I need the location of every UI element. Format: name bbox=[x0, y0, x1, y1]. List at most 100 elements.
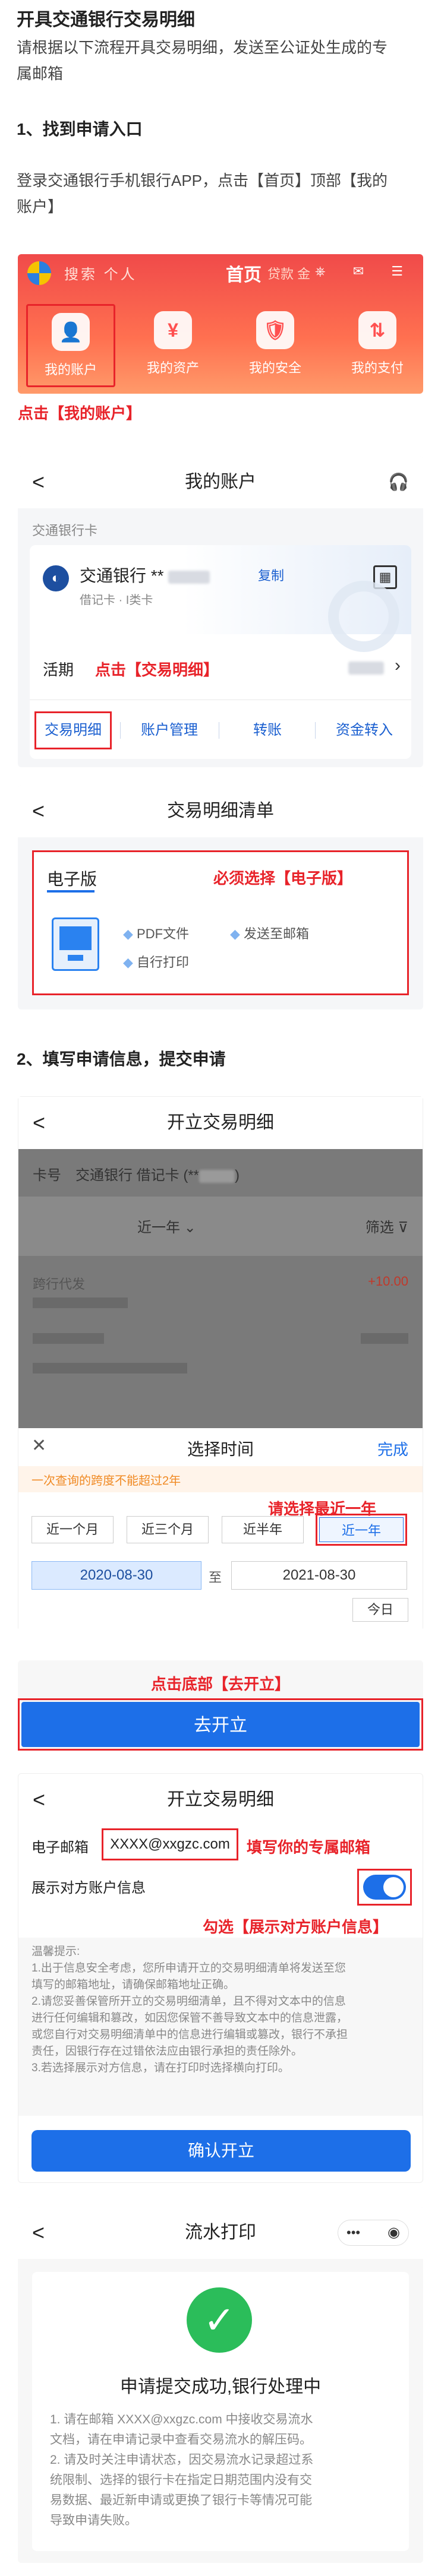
time-picker: ✕ 选择时间 完成 一次查询的跨度不能超过2年 请选择最近一年 近一个月 近三个… bbox=[18, 1428, 423, 1631]
card-number-text: 交通银行 借记卡 (** bbox=[75, 1167, 200, 1183]
card-type-label: 交通银行卡 bbox=[32, 523, 98, 538]
picker-title: 选择时间 bbox=[187, 1440, 254, 1458]
my-security-label: 我的安全 bbox=[248, 360, 301, 375]
intro-line-2: 属邮箱 bbox=[17, 65, 64, 83]
chevron-right-icon[interactable]: › bbox=[395, 656, 401, 676]
tips-line: 或您自行对交易明细清单中的信息进行编辑或篡改，银行不承担 bbox=[32, 2028, 348, 2041]
my-assets-entry[interactable]: ¥ 我的资产 bbox=[128, 304, 218, 387]
period-one-year-highlight[interactable]: 近一年 bbox=[316, 1514, 407, 1546]
user-icon: 👤 bbox=[52, 313, 90, 351]
banner-search-text[interactable]: 搜索 个人 bbox=[64, 262, 137, 283]
confirm-open-button[interactable]: 确认开立 bbox=[32, 2130, 411, 2172]
step1-heading: 1、找到申请入口 bbox=[17, 120, 143, 138]
back-icon[interactable]: < bbox=[32, 456, 45, 508]
my-account-navbar: 我的账户 bbox=[18, 456, 423, 508]
my-account-entry[interactable]: 👤 我的账户 bbox=[26, 304, 115, 387]
masked-number bbox=[168, 570, 210, 584]
banner-top-icons[interactable]: ⎈ ✉ ☰ bbox=[315, 264, 415, 279]
tips-text: 温馨提示: 1.出于信息安全考虑，您所申请开立的交易明细清单将发送至您 填写的邮… bbox=[32, 1944, 348, 2077]
masked-number bbox=[199, 1169, 235, 1183]
note-line: 导致申请失败。 bbox=[50, 2514, 137, 2527]
card-number-label: 卡号 bbox=[33, 1167, 61, 1183]
balance-masked bbox=[348, 662, 384, 675]
picker-done-button[interactable]: 完成 bbox=[377, 1438, 408, 1460]
capsule-menu[interactable]: ••• ◉ bbox=[338, 2220, 409, 2246]
period-one-year[interactable]: 近一年 bbox=[319, 1517, 404, 1542]
back-icon[interactable]: < bbox=[33, 1774, 45, 1826]
back-icon[interactable]: < bbox=[33, 1097, 45, 1149]
divider bbox=[120, 722, 121, 739]
stand-shape bbox=[68, 955, 83, 961]
period-three-months[interactable]: 近三个月 bbox=[127, 1516, 209, 1543]
date-separator: 至 bbox=[209, 1570, 222, 1585]
current-account-label: 活期 bbox=[43, 661, 74, 679]
result-panel: ✓ 申请提交成功,银行处理中 1. 请在邮箱 XXXX@xxgzc.com 中接… bbox=[32, 2272, 409, 2551]
electronic-version-option[interactable]: 电子版 必须选择【电子版】 ◆ PDF文件 ◆ 发送至邮箱 ◆ 自行打印 bbox=[32, 850, 409, 995]
email-form-title: 开立交易明细 bbox=[167, 1790, 274, 1809]
option-underline bbox=[47, 890, 94, 893]
annotation-my-account: 点击【我的账户】 bbox=[18, 404, 142, 422]
toggle-knob bbox=[383, 1877, 404, 1897]
row-name: 跨行代发 bbox=[33, 1277, 86, 1292]
account-manage-button[interactable]: 账户管理 bbox=[131, 711, 208, 749]
email-input[interactable]: XXXX@xxgzc.com bbox=[102, 1828, 238, 1860]
feature-pdf-label: PDF文件 bbox=[137, 926, 190, 941]
transfer-button[interactable]: 转账 bbox=[232, 711, 303, 749]
copy-link[interactable]: 复制 bbox=[258, 565, 284, 584]
show-counterparty-label: 展示对方账户信息 bbox=[32, 1880, 146, 1896]
show-counterparty-toggle[interactable] bbox=[363, 1875, 406, 1900]
feature-print-label: 自行打印 bbox=[137, 955, 190, 970]
period-one-month[interactable]: 近一个月 bbox=[32, 1516, 114, 1543]
blurred-row bbox=[33, 1363, 187, 1374]
tips-line: 责任，因银行存在过错依法应由银行承担的责任除外。 bbox=[32, 2045, 303, 2058]
detail-list-screen: 交易明细清单 < 电子版 必须选择【电子版】 ◆ PDF文件 ◆ 发送至邮箱 ◆… bbox=[18, 785, 423, 1009]
filter-button[interactable]: 筛选 ⊽ bbox=[366, 1216, 408, 1236]
period-filter[interactable]: 近一年 ⌄ bbox=[137, 1216, 196, 1236]
detail-list-navbar: 交易明细清单 bbox=[18, 785, 423, 837]
fund-in-button[interactable]: 资金转入 bbox=[326, 711, 403, 749]
bank-logo-icon: ◐ bbox=[43, 565, 69, 591]
yuan-icon: ¥ bbox=[154, 311, 192, 349]
toggle-highlight bbox=[357, 1869, 412, 1906]
email-label: 电子邮箱 bbox=[32, 1840, 89, 1856]
feature-email: ◆ 发送至邮箱 bbox=[230, 923, 309, 942]
more-icon[interactable]: ••• bbox=[346, 2220, 360, 2245]
blurred-row bbox=[33, 1298, 128, 1308]
bullet-icon: ◆ bbox=[123, 955, 137, 970]
period-half-year[interactable]: 近半年 bbox=[222, 1516, 304, 1543]
row-amount: +10.00 bbox=[368, 1274, 408, 1289]
banner-tip: 贷款 金 bbox=[267, 267, 311, 281]
date-to-field[interactable]: 2021-08-30 bbox=[231, 1561, 407, 1590]
my-security-entry[interactable]: 🛡 我的安全 bbox=[231, 304, 320, 387]
back-icon[interactable]: < bbox=[32, 785, 45, 837]
today-button[interactable]: 今日 bbox=[352, 1598, 408, 1622]
filter-bar bbox=[18, 1197, 423, 1256]
note-line: 1. 请在邮箱 XXXX@xxgzc.com 中接收交易流水 bbox=[50, 2413, 313, 2426]
annotation-electronic: 必须选择【电子版】 bbox=[213, 869, 353, 887]
headset-icon[interactable]: 🎧 bbox=[388, 456, 409, 508]
page-title: 开具交通银行交易明细 bbox=[17, 10, 195, 30]
balance-blur bbox=[348, 662, 384, 675]
computer-icon bbox=[52, 917, 99, 971]
date-from-field[interactable]: 2020-08-30 bbox=[32, 1561, 201, 1590]
open-detail-screen: 开立交易明细 < 卡号 交通银行 借记卡 (**) 近一年 ⌄ 筛选 ⊽ 跨行代… bbox=[18, 1096, 423, 1631]
period-filter-label: 近一年 bbox=[137, 1220, 180, 1236]
back-icon[interactable]: < bbox=[32, 2207, 45, 2259]
bank-name-text: 交通银行 ** bbox=[80, 567, 164, 585]
picker-warning: 一次查询的跨度不能超过2年 bbox=[32, 1474, 181, 1488]
close-circle-icon[interactable]: ◉ bbox=[388, 2220, 400, 2245]
tips-line: 3.若选择展示对方信息，请在打印时选择横向打印。 bbox=[32, 2062, 289, 2074]
card-sub-label: 借记卡 · I类卡 bbox=[80, 594, 153, 607]
shield-icon: 🛡 bbox=[256, 311, 294, 349]
open-detail-navbar: 开立交易明细 bbox=[18, 1097, 423, 1149]
feature-email-label: 发送至邮箱 bbox=[244, 926, 310, 941]
feature-pdf: ◆ PDF文件 bbox=[123, 923, 189, 942]
go-open-button[interactable]: 去开立 bbox=[21, 1702, 420, 1747]
bullet-icon: ◆ bbox=[123, 926, 137, 941]
my-payment-entry[interactable]: ⇅ 我的支付 bbox=[333, 304, 422, 387]
result-notes: 1. 请在邮箱 XXXX@xxgzc.com 中接收交易流水 文档，请在申请记录… bbox=[50, 2410, 313, 2531]
open-detail-title: 开立交易明细 bbox=[167, 1113, 274, 1132]
annotation-transaction-detail: 点击【交易明细】 bbox=[95, 661, 219, 679]
banner-home-tab[interactable]: 首页 bbox=[226, 260, 262, 286]
transaction-detail-button[interactable]: 交易明细 bbox=[34, 711, 112, 749]
